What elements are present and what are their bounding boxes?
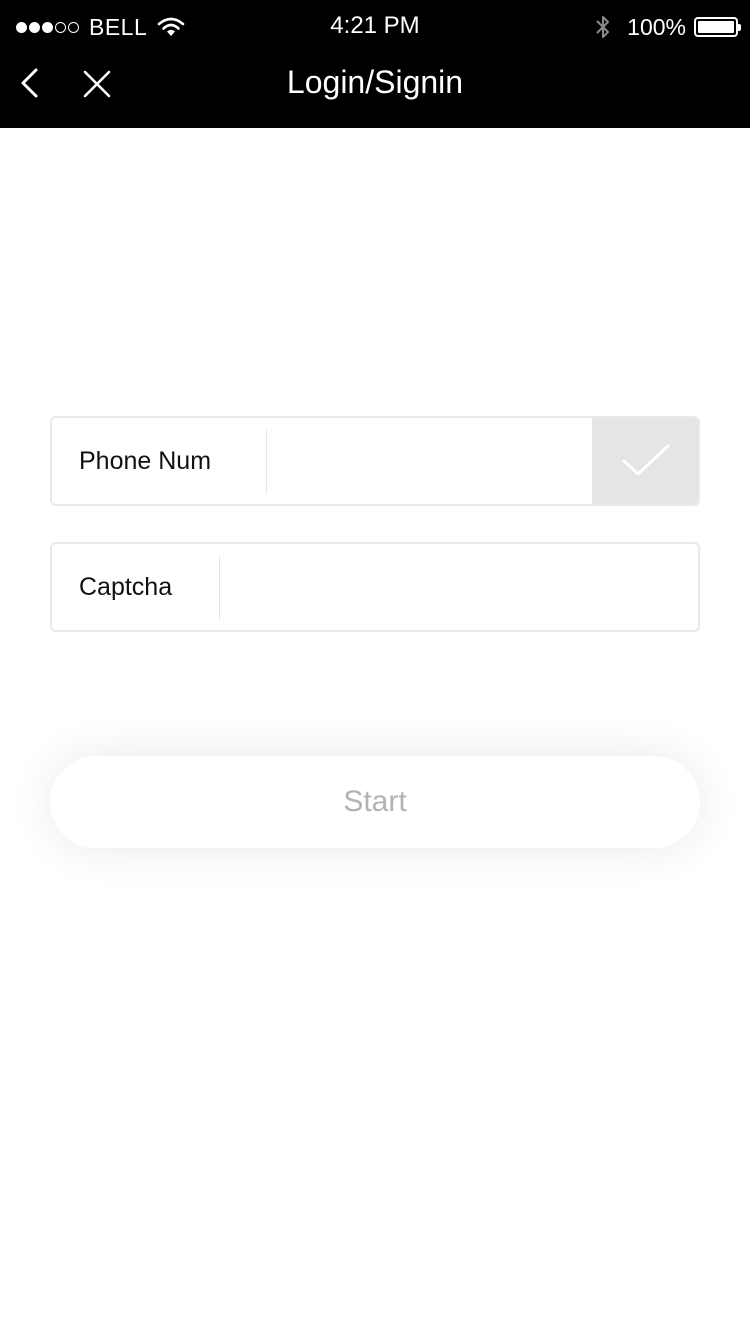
captcha-field: Captcha (50, 542, 700, 632)
phone-field: Phone Num (50, 416, 700, 506)
captcha-divider (219, 556, 220, 620)
navigation-bar: Login/Signin (0, 54, 750, 128)
battery-percent: 100% (627, 13, 686, 40)
bluetooth-icon (596, 16, 610, 38)
battery-icon (694, 17, 741, 37)
captcha-label: Captcha (79, 573, 173, 601)
phone-divider (266, 430, 267, 494)
top-bar: BELL 4:21 PM 100% Login/Signin (0, 0, 750, 128)
captcha-input[interactable] (236, 544, 686, 630)
page-title: Login/Signin (286, 64, 464, 100)
phone-label: Phone Num (79, 447, 212, 475)
login-screen: BELL 4:21 PM 100% Login/Signin Phone Num… (0, 0, 750, 1334)
status-bar: BELL 4:21 PM 100% (0, 0, 750, 54)
status-right: 100% (593, 12, 741, 42)
phone-input[interactable] (282, 418, 592, 504)
start-button[interactable]: Start (50, 756, 700, 848)
confirm-button[interactable] (592, 418, 698, 504)
checkmark-icon (622, 444, 670, 476)
battery-level (698, 21, 734, 33)
